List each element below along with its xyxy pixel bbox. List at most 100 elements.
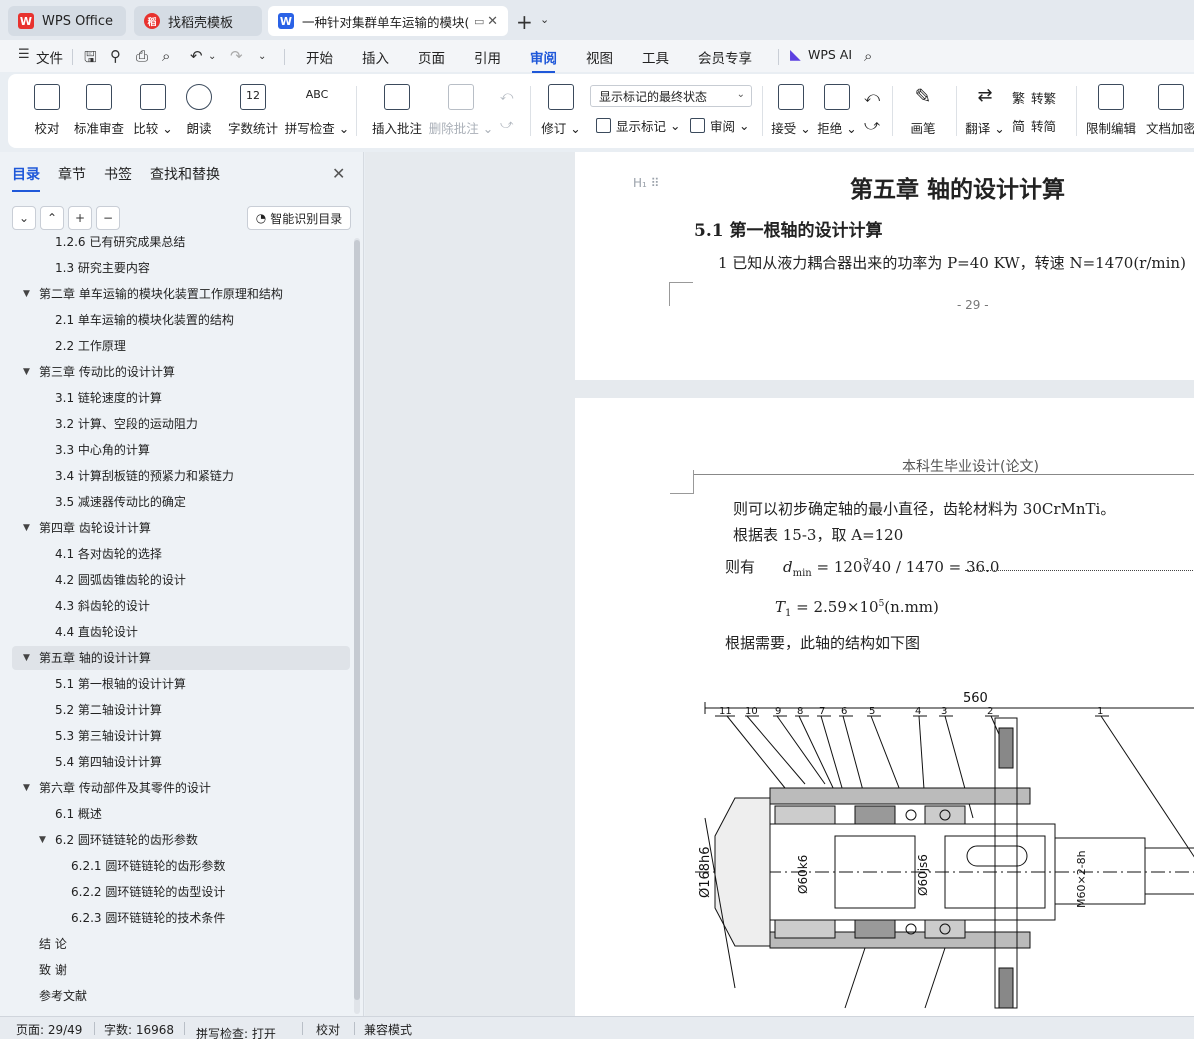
toc-item[interactable]: 4.1 各对齿轮的选择 [12,542,350,566]
toc-item[interactable]: 6.2.2 圆环链链轮的齿型设计 [12,880,350,904]
chevron-down-icon[interactable]: ⌄ [540,13,549,26]
scrollbar-thumb[interactable] [354,240,360,1000]
toc-item[interactable]: 4.2 圆弧齿锥齿轮的设计 [12,568,350,592]
undo-icon[interactable]: ↶ [190,47,203,65]
prev-change-icon[interactable]: ⤺ [864,88,880,106]
to-traditional-button[interactable]: 繁 转繁 [1012,88,1056,107]
heading-marker-icon[interactable]: H₁ ⠿ [633,176,659,190]
menu-review[interactable]: 审阅 [530,47,557,73]
toc-item[interactable]: 6.2.1 圆环链链轮的齿形参数 [12,854,350,878]
toc-item[interactable]: 5.4 第四轴设计计算 [12,750,350,774]
toc-item[interactable]: 3.2 计算、空段的运动阻力 [12,412,350,436]
toc-item[interactable]: 结 论 [12,932,350,956]
page-indicator[interactable]: 页面: 29/49 [16,1021,82,1038]
expand-arrow-icon[interactable]: ▼ [23,646,30,670]
toc-item[interactable]: 参考文献 [12,984,350,1008]
delete-comment-button[interactable]: 删除批注 ⌄ [429,84,493,142]
toc-item[interactable]: 5.3 第三轴设计计算 [12,724,350,748]
insert-comment-button[interactable]: 插入批注 [366,84,428,142]
collapse-icon[interactable]: ⌄ [12,206,36,230]
close-icon[interactable]: ✕ [332,164,345,183]
tab-bookmarks[interactable]: 书签 [104,164,132,184]
close-tab-icon[interactable]: ✕ [487,14,498,29]
reject-button[interactable]: 拒绝 ⌄ [806,84,868,142]
share-icon[interactable]: ⚲ [110,47,121,65]
encrypt-button[interactable]: 文档加密 [1140,84,1194,142]
menu-view[interactable]: 视图 [586,47,613,67]
toc-item[interactable]: 1.3 研究主要内容 [12,256,350,280]
tab-wps-office[interactable]: W WPS Office [8,6,126,36]
toc-item[interactable]: 3.1 链轮速度的计算 [12,386,350,410]
toc-item[interactable]: 致 谢 [12,958,350,982]
more-icon[interactable]: ⌄ [258,51,266,62]
toc-item[interactable]: 4.4 直齿轮设计 [12,620,350,644]
toc-item[interactable]: ▼ 第四章 齿轮设计计算 [12,516,350,540]
scrollbar[interactable] [354,238,360,1014]
document-area[interactable]: H₁ ⠿ 第五章 轴的设计计算 5.1 第一根轴的设计计算 1 已知从液力耦合器… [365,152,1194,1016]
revise-button[interactable]: 修订 ⌄ [530,84,592,142]
menu-page[interactable]: 页面 [418,47,445,67]
toc-item[interactable]: ▼ 第六章 传动部件及其零件的设计 [12,776,350,800]
toc-item[interactable]: ▼ 第三章 传动比的设计计算 [12,360,350,384]
tab-toc[interactable]: 目录 [12,164,40,192]
to-simplified-button[interactable]: 简 转简 [1012,116,1056,135]
read-aloud-button[interactable]: 朗读 [168,84,230,142]
expand-arrow-icon[interactable]: ▼ [39,828,46,852]
menu-references[interactable]: 引用 [474,47,501,67]
toc-item[interactable]: 1.2.6 已有研究成果总结 [12,236,350,254]
redo-icon[interactable]: ↷ [230,47,243,65]
toc-item[interactable]: 6.2.3 圆环链链轮的技术条件 [12,906,350,930]
review-pane-button[interactable]: 审阅 ⌄ [690,116,749,135]
toc-item[interactable]: 5.1 第一根轴的设计计算 [12,672,350,696]
search-icon[interactable]: ⌕ [864,47,872,65]
add-heading-icon[interactable]: + [68,206,92,230]
menu-file[interactable]: 文件 [36,47,63,67]
spell-check-indicator[interactable]: 拼写检查: 打开 ⌄ [196,1021,276,1039]
menu-start[interactable]: 开始 [306,47,333,67]
expand-arrow-icon[interactable]: ▼ [23,360,30,384]
new-tab-icon[interactable]: + [516,10,533,34]
expand-arrow-icon[interactable]: ▼ [23,776,30,800]
tab-document[interactable]: W 一种针对集群单车运输的模块( ▭ ✕ [268,6,508,36]
toc-item[interactable]: 2.2 工作原理 [12,334,350,358]
tab-find-replace[interactable]: 查找和替换 [150,164,220,184]
smart-toc-button[interactable]: ◔ 智能识别目录 [247,206,351,230]
print-preview-icon[interactable]: ⌕ [162,47,170,65]
expand-arrow-icon[interactable]: ▼ [23,516,30,540]
toc-item[interactable]: ▼ 第五章 轴的设计计算 [12,646,350,670]
toc-item[interactable]: 3.4 计算刮板链的预紧力和紧链力 [12,464,350,488]
undo-dropdown-icon[interactable]: ⌄ [208,51,216,62]
restrict-edit-button[interactable]: 限制编辑 [1080,84,1142,142]
menu-member[interactable]: 会员专享 [698,47,752,67]
toc-item[interactable]: 3.3 中心角的计算 [12,438,350,462]
tab-template[interactable]: 稻 找稻壳模板 [134,6,262,36]
print-icon[interactable]: ⎙ [136,47,148,65]
toc-item[interactable]: 6.1 概述 [12,802,350,826]
save-icon[interactable]: 🖫 [84,47,97,72]
translate-button[interactable]: ⇄ 翻译 ⌄ [954,84,1016,142]
spell-check-button[interactable]: ABC 拼写检查 ⌄ [285,84,349,142]
next-change-icon[interactable]: ⤻ [864,116,880,134]
menu-tools[interactable]: 工具 [642,47,669,67]
toc-item[interactable]: 5.2 第二轴设计计算 [12,698,350,722]
next-comment-icon[interactable]: ⤻ [500,116,513,132]
toc-item[interactable]: 4.3 斜齿轮的设计 [12,594,350,618]
word-count-indicator[interactable]: 字数: 16968 [104,1021,174,1038]
show-markup-button[interactable]: 显示标记 ⌄ [596,116,680,135]
wps-ai-icon[interactable]: ◣ [790,47,801,63]
hamburger-icon[interactable]: ☰ [18,47,30,62]
tab-chapters[interactable]: 章节 [58,164,86,184]
proof-indicator[interactable]: 校对 [316,1021,340,1038]
toc-item[interactable]: 3.5 减速器传动比的确定 [12,490,350,514]
pen-button[interactable]: ✎ 画笔 [892,84,954,142]
menu-wps-ai[interactable]: WPS AI [808,47,852,62]
toc-item[interactable]: 2.1 单车运输的模块化装置的结构 [12,308,350,332]
remove-heading-icon[interactable]: − [96,206,120,230]
expand-icon[interactable]: ⌃ [40,206,64,230]
expand-arrow-icon[interactable]: ▼ [23,282,30,306]
markup-state-select[interactable]: 显示标记的最终状态 ⌄ [590,85,752,107]
prev-comment-icon[interactable]: ⤺ [500,88,513,104]
standard-review-button[interactable]: 标准审查 [68,84,130,142]
menu-insert[interactable]: 插入 [362,47,389,67]
toc-item[interactable]: ▼ 第二章 单车运输的模块化装置工作原理和结构 [12,282,350,306]
